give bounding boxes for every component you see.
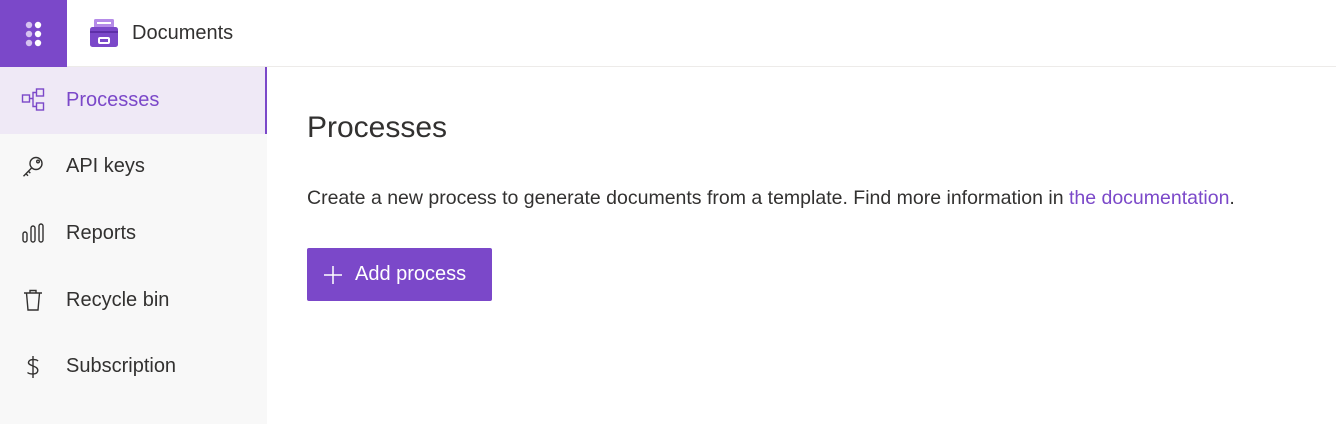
sidebar-item-label: API keys <box>66 155 145 178</box>
sidebar-item-api-keys[interactable]: API keys <box>0 134 267 201</box>
sidebar-item-recycle-bin[interactable]: Recycle bin <box>0 267 267 334</box>
app-launcher-button[interactable] <box>0 0 67 67</box>
page-description: Create a new process to generate documen… <box>307 187 1235 210</box>
sidebar-item-processes[interactable]: Processes <box>0 67 267 134</box>
description-text: Create a new process to generate documen… <box>307 187 1069 209</box>
description-suffix: . <box>1229 187 1235 209</box>
add-process-label: Add process <box>355 263 467 285</box>
process-flow-icon <box>20 87 46 113</box>
dollar-icon <box>20 354 46 380</box>
sidebar-item-label: Reports <box>66 221 137 244</box>
sidebar-item-label: Recycle bin <box>66 288 170 311</box>
sidebar: Processes API keys Reports Recycle bin S… <box>0 67 267 424</box>
documentation-link[interactable]: the documentation <box>1069 187 1229 209</box>
document-cabinet-icon <box>90 19 118 47</box>
top-bar: Documents <box>0 0 1336 67</box>
sidebar-item-label: Processes <box>66 88 160 111</box>
sidebar-item-reports[interactable]: Reports <box>0 200 267 267</box>
key-icon <box>20 154 46 180</box>
page-title: Processes <box>307 111 448 144</box>
add-process-button[interactable]: Add process <box>307 248 492 301</box>
app-title: Documents <box>132 21 234 44</box>
sidebar-item-subscription[interactable]: Subscription <box>0 333 267 400</box>
trash-icon <box>20 287 46 313</box>
sidebar-item-label: Subscription <box>66 355 177 378</box>
app-brand[interactable]: Documents <box>88 17 233 49</box>
bar-chart-icon <box>20 220 46 246</box>
waffle-icon <box>25 21 41 46</box>
plus-icon <box>323 265 343 285</box>
